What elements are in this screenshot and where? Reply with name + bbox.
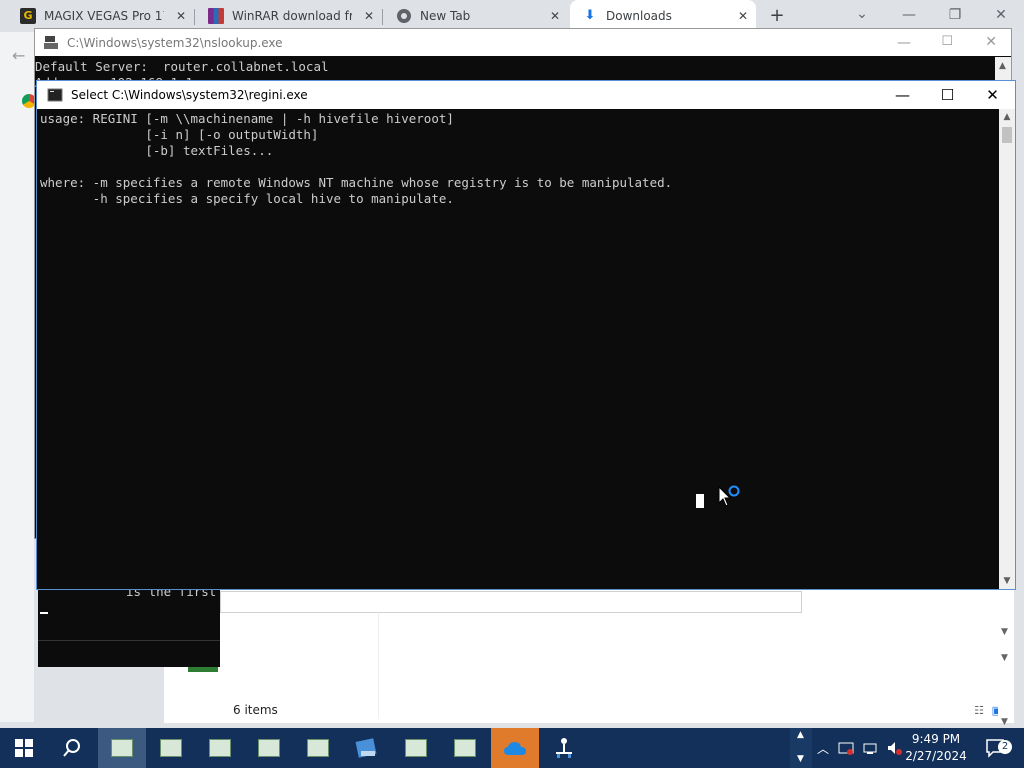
details-view-icon[interactable]: ☷ xyxy=(974,704,984,717)
console-divider xyxy=(38,640,220,641)
regini-console-window[interactable]: Select C:\Windows\system32\regini.exe — … xyxy=(36,80,1016,590)
windows-logo-icon xyxy=(15,739,33,757)
explorer-list-header xyxy=(220,591,802,613)
new-tab-button[interactable]: + xyxy=(766,5,788,27)
app-window-icon xyxy=(160,739,182,757)
regini-scrollbar[interactable]: ▲ ▼ xyxy=(999,109,1015,589)
taskbar: ▲ ▼ ︿ 9:49 PM 2/27/2024 2 xyxy=(0,728,1024,768)
console-icon xyxy=(47,87,63,103)
maximize-button[interactable]: ☐ xyxy=(941,34,953,49)
setup-icon xyxy=(355,738,377,758)
console-line: -h specifies a specify local hive to man… xyxy=(40,191,454,206)
clock-date: 2/27/2024 xyxy=(905,749,967,763)
text-cursor xyxy=(40,612,48,614)
search-icon xyxy=(63,739,80,757)
tab-search-dropdown[interactable]: ⌄ xyxy=(852,6,872,26)
window-title: C:\Windows\system32\nslookup.exe xyxy=(67,35,283,50)
scroll-down-arrow-icon[interactable]: ▼ xyxy=(1001,717,1008,727)
close-icon[interactable]: ✕ xyxy=(550,9,560,23)
console-line: usage: REGINI [-m \\machinename | -h hiv… xyxy=(40,111,454,126)
taskbar-scroll[interactable]: ▲ ▼ xyxy=(790,728,812,768)
tray-security-icon[interactable] xyxy=(836,728,856,768)
regini-title-bar[interactable]: Select C:\Windows\system32\regini.exe — … xyxy=(37,81,1015,109)
magix-icon: G xyxy=(20,8,36,24)
minimize-button[interactable]: — xyxy=(897,35,911,51)
close-button[interactable]: ✕ xyxy=(970,81,1015,109)
scroll-up-arrow-icon[interactable]: ▲ xyxy=(999,61,1006,71)
taskbar-app-setup[interactable] xyxy=(343,728,391,768)
start-button[interactable] xyxy=(0,728,48,768)
console-line: [-b] textFiles... xyxy=(40,143,274,158)
scroll-up-arrow-icon[interactable]: ▲ xyxy=(797,730,804,740)
tab-separator xyxy=(382,9,383,25)
taskbar-app-console[interactable] xyxy=(147,728,195,768)
scroll-up-arrow-icon[interactable]: ▲ xyxy=(999,109,1015,125)
minimize-button[interactable]: — xyxy=(880,81,925,109)
download-icon: ⬇ xyxy=(584,8,596,23)
busy-pointer-icon xyxy=(718,485,740,507)
close-button[interactable]: ✕ xyxy=(985,34,997,50)
winrar-icon xyxy=(208,8,224,24)
taskbar-app-console[interactable] xyxy=(441,728,489,768)
scroll-down-arrow-icon[interactable]: ▼ xyxy=(1001,627,1008,637)
scroll-thumb[interactable] xyxy=(1002,127,1012,143)
network-icon[interactable] xyxy=(860,728,880,768)
taskbar-app-console-active[interactable] xyxy=(98,728,146,768)
block-cursor xyxy=(696,494,704,508)
clock-time: 9:49 PM xyxy=(911,732,961,746)
taskbar-clock[interactable]: 9:49 PM 2/27/2024 xyxy=(896,731,976,765)
console-line: where: -m specifies a remote Windows NT … xyxy=(40,175,673,190)
close-icon[interactable]: ✕ xyxy=(364,9,374,23)
taskbar-app-console[interactable] xyxy=(294,728,342,768)
nslookup-title-bar[interactable]: C:\Windows\system32\nslookup.exe — ☐ ✕ xyxy=(35,29,1011,56)
app-window-icon xyxy=(258,739,280,757)
partial-console-window: is the first xyxy=(38,580,220,667)
console-output[interactable]: usage: REGINI [-m \\machinename | -h hiv… xyxy=(37,109,999,589)
console-line: [-i n] [-o outputWidth] xyxy=(40,127,319,142)
notification-count-badge: 2 xyxy=(998,740,1012,754)
back-arrow-icon[interactable]: ← xyxy=(12,46,25,65)
tab-label: Downloads xyxy=(606,9,672,23)
app-window-icon xyxy=(209,739,231,757)
close-icon[interactable]: ✕ xyxy=(738,9,748,23)
app-window-icon xyxy=(454,739,476,757)
explorer-divider xyxy=(378,611,379,719)
tab-separator xyxy=(194,9,195,25)
tab-label: New Tab xyxy=(420,9,471,23)
scroll-down-arrow-icon[interactable]: ▼ xyxy=(797,754,804,764)
scroll-down-arrow-icon[interactable]: ▼ xyxy=(999,573,1015,589)
close-icon[interactable]: ✕ xyxy=(176,9,186,23)
search-button[interactable] xyxy=(48,728,96,768)
maximize-button[interactable]: ☐ xyxy=(925,81,970,109)
browser-content-edge: ← xyxy=(0,32,36,722)
tab-label: MAGIX VEGAS Pro 17 F xyxy=(44,9,164,23)
status-item-count: 6 items xyxy=(233,703,278,717)
scroll-down-arrow-icon[interactable]: ▼ xyxy=(1001,653,1008,663)
cloud-icon xyxy=(504,742,526,755)
taskbar-app-console[interactable] xyxy=(392,728,440,768)
chevron-up-icon: ︿ xyxy=(816,741,829,756)
console-icon xyxy=(43,35,59,51)
app-window-icon xyxy=(405,739,427,757)
tab-label: WinRAR download free xyxy=(232,9,352,23)
show-hidden-icons-button[interactable]: ︿ xyxy=(814,728,832,768)
action-center-button[interactable]: 2 xyxy=(978,728,1014,768)
window-title: Select C:\Windows\system32\regini.exe xyxy=(71,88,308,102)
explorer-scrollbar[interactable]: ▼ ▼ ▼ xyxy=(998,595,1014,727)
taskbar-app-network[interactable] xyxy=(540,728,588,768)
taskbar-app-console[interactable] xyxy=(196,728,244,768)
app-window-icon xyxy=(111,739,133,757)
chrome-icon xyxy=(396,8,412,24)
network-tool-icon xyxy=(556,738,572,758)
taskbar-app-console[interactable] xyxy=(245,728,293,768)
app-window-icon xyxy=(307,739,329,757)
console-line: Default Server: router.collabnet.local xyxy=(35,59,329,74)
taskbar-app-onedrive[interactable] xyxy=(491,728,539,768)
